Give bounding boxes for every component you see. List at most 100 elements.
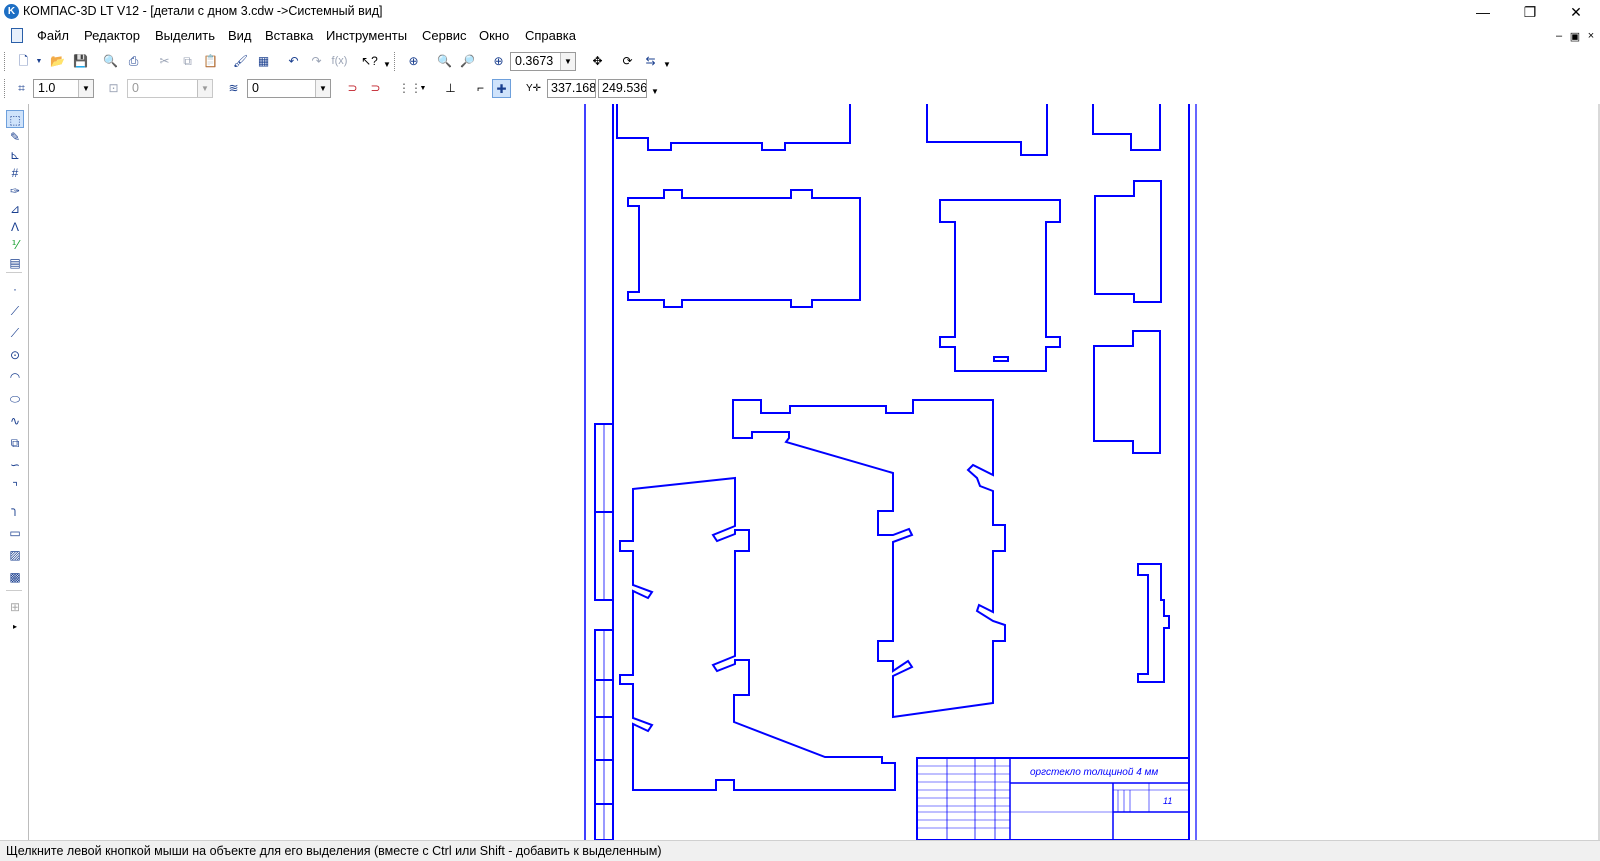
new-dropdown-icon[interactable]: ▼ — [34, 52, 44, 71]
doc-minimize-button[interactable]: ‒ — [1552, 30, 1566, 42]
menu-select[interactable]: Выделить — [155, 28, 215, 43]
chevron-down-icon[interactable]: ▼ — [315, 80, 330, 97]
rebuild-icon[interactable]: ⇆ — [641, 52, 660, 71]
help-pointer-icon[interactable]: ↖? — [360, 52, 379, 71]
toolbar-grip[interactable] — [4, 52, 7, 71]
fill-tool-icon[interactable]: ▩ — [6, 568, 24, 586]
function-icon[interactable]: f(x) — [330, 52, 349, 71]
chamfer-tool-icon[interactable]: ⌝ — [6, 478, 24, 496]
paste-icon[interactable]: 📋 — [201, 52, 220, 71]
layer-combo[interactable]: 0 ▼ — [247, 79, 331, 98]
bezier-tool-icon[interactable]: ∽ — [6, 456, 24, 474]
save-icon[interactable]: 💾 — [71, 52, 90, 71]
print-preview-icon[interactable]: 🔍 — [101, 52, 120, 71]
designations-tool-icon[interactable]: # — [6, 164, 24, 182]
auxiliary-line-tool-icon[interactable]: ⟋ — [6, 302, 24, 320]
open-folder-icon[interactable]: 📂 — [48, 52, 67, 71]
new-document-icon[interactable]: 🗋 — [14, 52, 33, 71]
circle-tool-icon[interactable]: ⊙ — [6, 346, 24, 364]
chevron-down-icon[interactable]: ▼ — [197, 80, 212, 97]
geometry-tool-icon[interactable]: ✎ — [6, 128, 24, 146]
pan-icon[interactable]: ✥ — [588, 52, 607, 71]
toolbar-overflow-icon[interactable]: ▼ — [663, 60, 671, 69]
close-button[interactable]: ✕ — [1553, 0, 1599, 24]
coord-y-field[interactable]: 249.536 — [598, 79, 647, 98]
title-block-note: оргстекло толщиной 4 мм — [1030, 767, 1158, 778]
layer-icon[interactable]: ≋ — [224, 79, 243, 98]
grid-icon[interactable]: ⋮⋮ — [398, 79, 422, 98]
step-combo[interactable]: 1.0 ▼ — [33, 79, 94, 98]
document-icon[interactable] — [11, 28, 23, 43]
angle-combo[interactable]: 0 ▼ — [127, 79, 213, 98]
format-painter-icon[interactable]: 🖌 — [231, 52, 250, 71]
undo-icon[interactable]: ↶ — [284, 52, 303, 71]
arc-tool-icon[interactable]: ◠ — [6, 368, 24, 386]
coord-x-field[interactable]: 337.168 — [547, 79, 596, 98]
menu-service[interactable]: Сервис — [422, 28, 467, 43]
redo-icon[interactable]: ↷ — [307, 52, 326, 71]
measure-tool-icon[interactable]: Λ — [6, 218, 24, 236]
fillet-tool-icon[interactable]: ╮ — [6, 500, 24, 518]
expand-toolbar-icon[interactable]: ▸ — [6, 618, 24, 636]
filter-tool-icon[interactable]: ⅟ — [6, 236, 24, 254]
polyline-tool-icon[interactable]: ⧉ — [6, 434, 24, 452]
title-bar: K КОМПАС-3D LT V12 - [детали с дном 3.cd… — [0, 0, 1600, 24]
step-cursor-icon[interactable]: ⌗ — [12, 79, 31, 98]
menu-file[interactable]: Файл — [37, 28, 69, 43]
zoom-out-icon[interactable]: 🔎 — [458, 52, 477, 71]
refresh-view-icon[interactable]: ⟳ — [618, 52, 637, 71]
doc-restore-button[interactable]: ▣ — [1568, 30, 1582, 43]
minimize-button[interactable]: — — [1460, 0, 1506, 24]
nurbs-tool-icon[interactable]: ∿ — [6, 412, 24, 430]
zoom-window-icon[interactable]: ⊕ — [404, 52, 423, 71]
hatch-tool-icon[interactable]: ▨ — [6, 546, 24, 564]
edit-tool-icon[interactable]: ✑ — [6, 182, 24, 200]
select-tool-icon[interactable]: ⬚ — [6, 110, 24, 128]
ellipse-tool-icon[interactable]: ⬭ — [6, 390, 24, 408]
chevron-down-icon[interactable]: ▼ — [78, 80, 93, 97]
menu-help[interactable]: Справка — [525, 28, 576, 43]
menu-editor[interactable]: Редактор — [84, 28, 140, 43]
local-cs-icon[interactable]: ⊥ — [441, 79, 460, 98]
spec-tool-icon[interactable]: ▤ — [6, 254, 24, 272]
snap-local-icon[interactable]: ⊃ — [366, 79, 385, 98]
menu-window[interactable]: Окно — [479, 28, 509, 43]
rectangle-tool-icon[interactable]: ▭ — [6, 524, 24, 542]
restore-button[interactable]: ❐ — [1507, 0, 1553, 24]
variables-icon[interactable]: ▦ — [254, 52, 273, 71]
chevron-down-icon[interactable]: ▼ — [560, 53, 575, 70]
zoom-value: 0.3673 — [515, 54, 554, 68]
dimensions-tool-icon[interactable]: ⊾ — [6, 146, 24, 164]
snap-global-icon[interactable]: ⊃ — [343, 79, 362, 98]
angle-icon[interactable]: ⊡ — [104, 79, 123, 98]
ortho-icon[interactable]: ⌐ — [471, 79, 490, 98]
step-value: 1.0 — [38, 81, 56, 95]
drawing-canvas[interactable]: оргстекло толщиной 4 мм 11 — [29, 104, 1600, 840]
zoom-scale-icon[interactable]: ⊕ — [489, 52, 508, 71]
cut-icon[interactable]: ✂ — [155, 52, 174, 71]
drawing-sheet[interactable]: оргстекло толщиной 4 мм 11 — [29, 104, 1600, 840]
window-title: КОМПАС-3D LT V12 - [детали с дном 3.cdw … — [23, 4, 383, 18]
menu-view[interactable]: Вид — [228, 28, 252, 43]
grid-dropdown-icon[interactable]: ▼ — [418, 79, 428, 98]
toolbar-overflow-icon[interactable]: ▼ — [383, 60, 391, 69]
zoom-in-icon[interactable]: 🔍 — [435, 52, 454, 71]
menu-tools[interactable]: Инструменты — [326, 28, 407, 43]
doc-close-button[interactable]: × — [1584, 30, 1598, 42]
kompas-k-icon: K — [4, 4, 19, 19]
copy-icon[interactable]: ⧉ — [178, 52, 197, 71]
segment-tool-icon[interactable]: ⟋ — [6, 324, 24, 342]
toolbar-grip[interactable] — [394, 52, 397, 71]
parametrization-tool-icon[interactable]: ⊿ — [6, 200, 24, 218]
drawing-parts[interactable] — [616, 104, 1170, 791]
status-hint: Щелкните левой кнопкой мыши на объекте д… — [6, 844, 662, 858]
print-icon[interactable]: ⎙ — [124, 52, 143, 71]
current-state-toolbar: ⌗ 1.0 ▼ ⊡ 0 ▼ ≋ 0 ▼ ⊃ ⊃ ⋮⋮ ▼ ⊥ ⌐ ✚ Y✛ 33… — [0, 75, 1600, 102]
compact-toolbar: ⬚ ✎ ⊾ # ✑ ⊿ Λ ⅟ ▤ · ⟋ ⟋ ⊙ ◠ ⬭ ∿ ⧉ ∽ ⌝ ╮ … — [0, 104, 29, 840]
toolbar-grip[interactable] — [4, 79, 7, 98]
menu-insert[interactable]: Вставка — [265, 28, 313, 43]
toolbar-overflow-icon[interactable]: ▼ — [651, 87, 659, 96]
snap-active-icon[interactable]: ✚ — [492, 79, 511, 98]
point-tool-icon[interactable]: · — [6, 280, 24, 298]
zoom-combo[interactable]: 0.3673 ▼ — [510, 52, 576, 71]
